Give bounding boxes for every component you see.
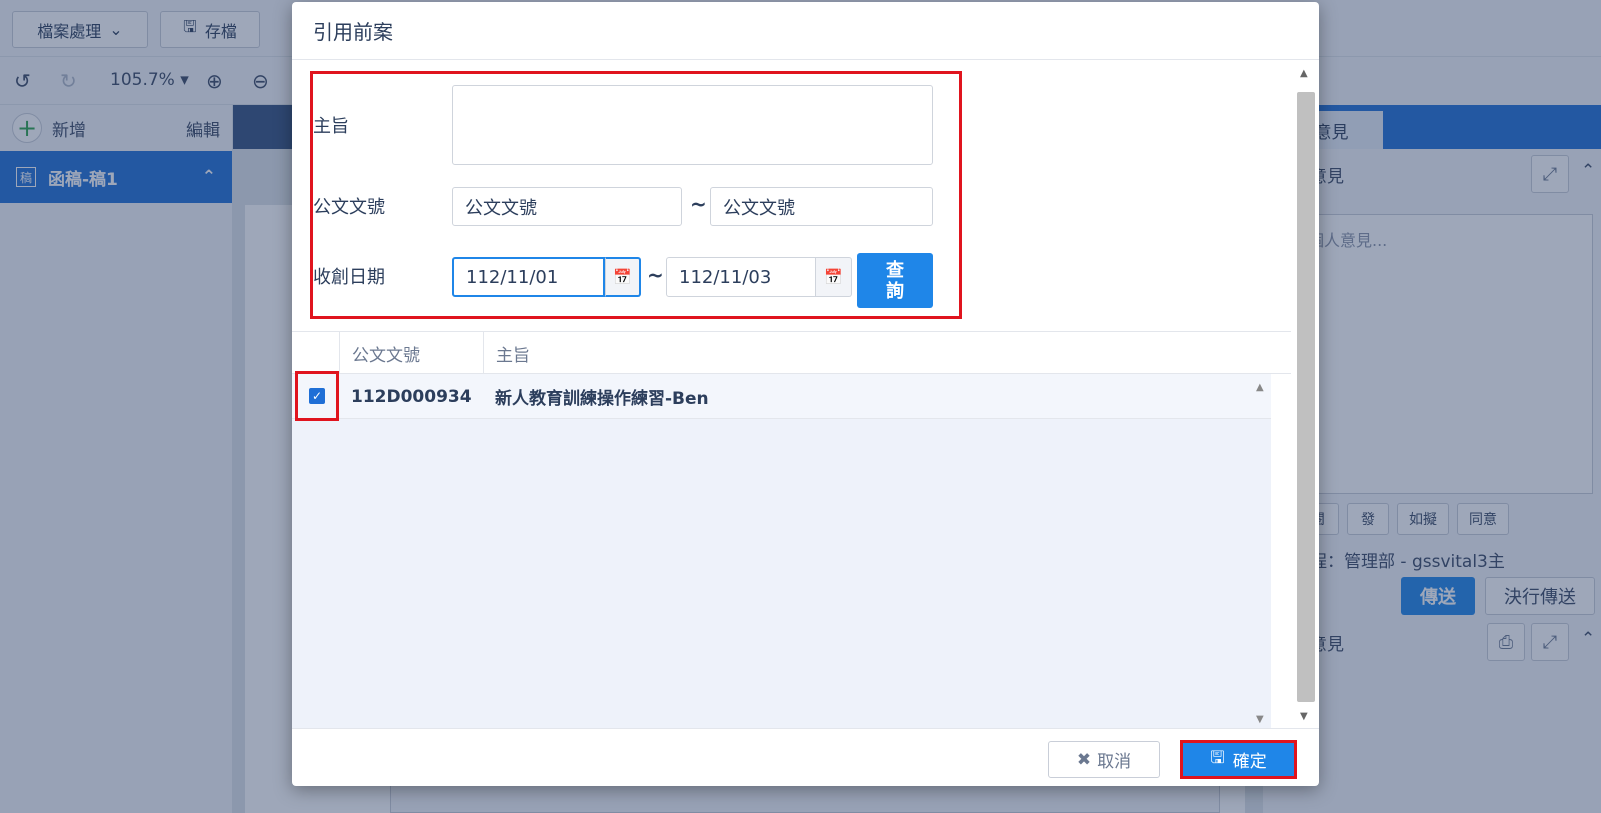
scroll-up-icon[interactable]: ▲ bbox=[1256, 382, 1264, 393]
cell-doc-no: 112D000934 bbox=[351, 386, 472, 407]
range-tilde: ~ bbox=[647, 263, 664, 287]
search-form: 主旨 公文文號 公文文號 ~ 公文文號 收創日期 112/11/01 📅 ~ 1… bbox=[310, 71, 962, 319]
date-to-input[interactable]: 112/11/03 bbox=[666, 257, 816, 297]
confirm-label: 確定 bbox=[1232, 752, 1267, 772]
scroll-down-icon[interactable]: ▼ bbox=[1300, 711, 1308, 722]
query-label: 查詢 bbox=[886, 259, 904, 302]
subject-input[interactable] bbox=[452, 85, 933, 165]
calendar-icon[interactable]: 📅 bbox=[605, 257, 641, 297]
subject-label: 主旨 bbox=[313, 116, 349, 137]
column-header-doc-no[interactable]: 公文文號 bbox=[339, 332, 483, 374]
query-button[interactable]: 查詢 bbox=[857, 253, 933, 308]
calendar-icon[interactable]: 📅 bbox=[816, 257, 852, 297]
checkmark-icon: ✓ bbox=[309, 388, 325, 404]
doc-no-label: 公文文號 bbox=[313, 197, 385, 218]
date-label: 收創日期 bbox=[313, 267, 385, 288]
scroll-down-icon[interactable]: ▼ bbox=[1256, 714, 1264, 725]
table-row[interactable]: ✓ 112D000934 新人教育訓練操作練習-Ben bbox=[292, 371, 1271, 421]
dialog-title: 引用前案 bbox=[292, 2, 1319, 60]
confirm-button[interactable]: 🖫 確定 bbox=[1180, 740, 1297, 779]
floppy-disk-icon: 🖫 bbox=[1210, 748, 1225, 768]
table-body: ✓ 112D000934 新人教育訓練操作練習-Ben ▲ ▼ bbox=[292, 371, 1271, 729]
doc-no-from-input[interactable]: 公文文號 bbox=[452, 187, 682, 226]
cancel-button[interactable]: ✖ 取消 bbox=[1048, 741, 1160, 778]
dialog-scrollbar[interactable]: ▲ ▼ bbox=[1296, 66, 1315, 724]
column-header-subject[interactable]: 主旨 bbox=[483, 332, 1291, 374]
table-scrollbar[interactable]: ▲ ▼ bbox=[1251, 374, 1271, 729]
dialog-body: ▲ ▼ 主旨 公文文號 公文文號 ~ 公文文號 收創日期 112/11/01 📅… bbox=[292, 60, 1319, 729]
range-tilde: ~ bbox=[690, 192, 707, 216]
results-table: 公文文號 主旨 ✓ 112D000934 新人教育訓練操作練習-Ben ▲ ▼ bbox=[292, 331, 1291, 729]
reference-previous-case-dialog: 引用前案 ▲ ▼ 主旨 公文文號 公文文號 ~ 公文文號 收創日期 112/11… bbox=[292, 2, 1319, 786]
cell-subject: 新人教育訓練操作練習-Ben bbox=[495, 389, 709, 409]
date-from-input[interactable]: 112/11/01 bbox=[452, 257, 605, 297]
dialog-footer: ✖ 取消 🖫 確定 bbox=[292, 728, 1319, 786]
row-checkbox[interactable]: ✓ bbox=[295, 371, 339, 421]
doc-no-to-input[interactable]: 公文文號 bbox=[710, 187, 933, 226]
close-icon: ✖ bbox=[1076, 749, 1092, 770]
scrollbar-thumb[interactable] bbox=[1297, 92, 1315, 702]
scroll-up-icon[interactable]: ▲ bbox=[1300, 68, 1308, 79]
table-header: 公文文號 主旨 bbox=[292, 332, 1291, 374]
cancel-label: 取消 bbox=[1097, 752, 1132, 772]
